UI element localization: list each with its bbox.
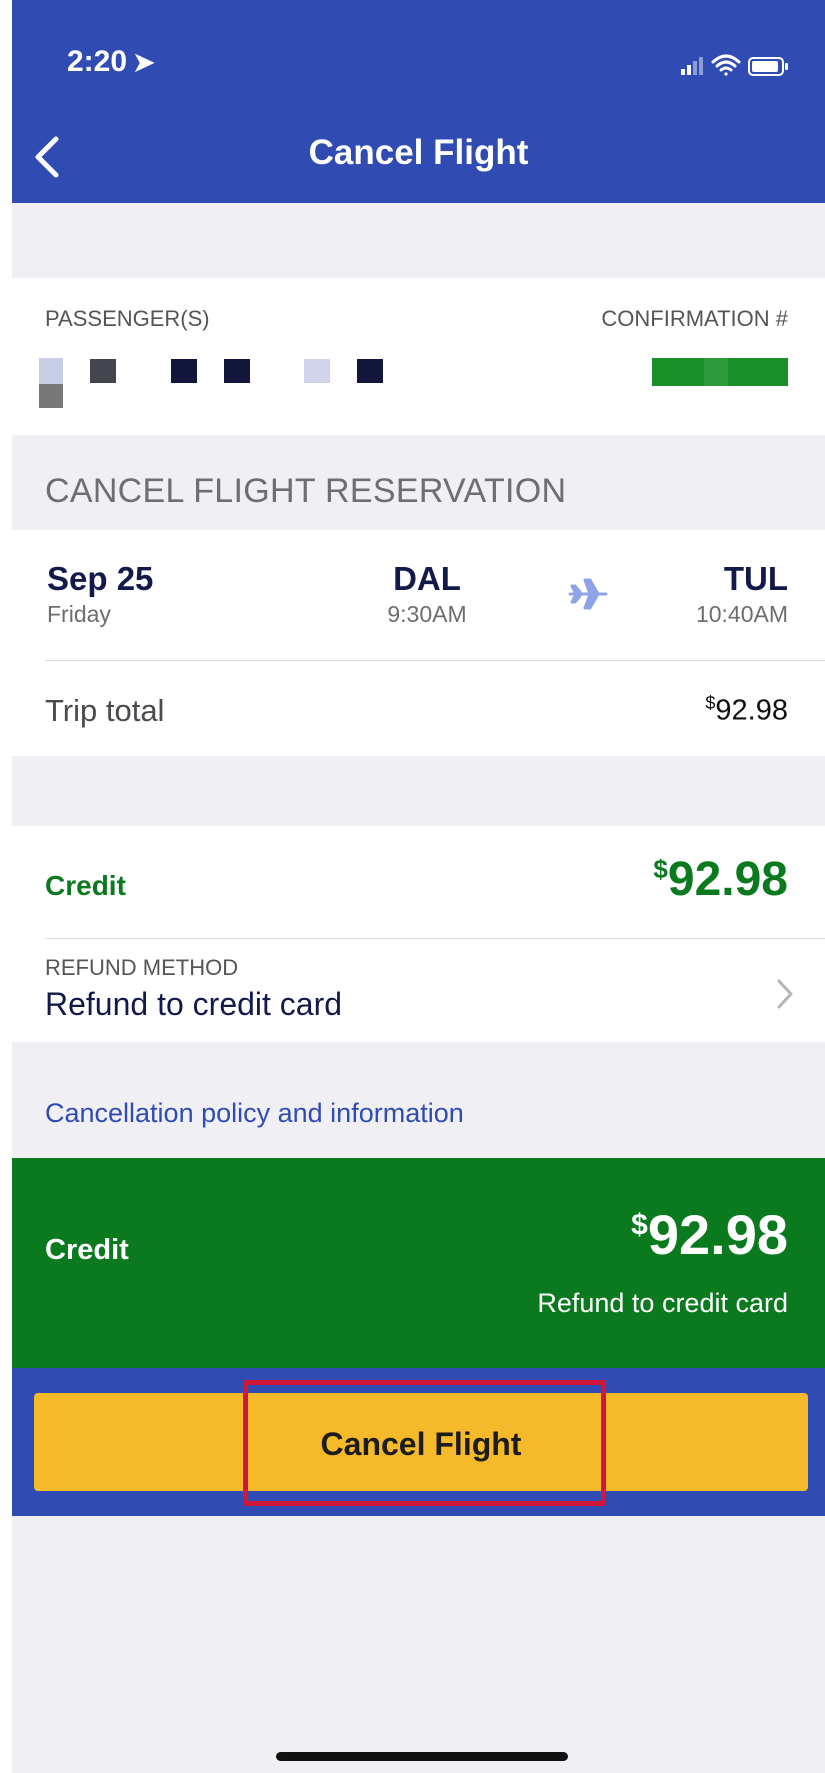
status-icons [675, 50, 795, 80]
signal-icon [681, 57, 703, 75]
flight-card: Sep 25 Friday DAL 9:30AM TUL 10:40AM Tri… [12, 530, 825, 756]
trip-total-amount: 92.98 [715, 694, 788, 727]
credit-label: Credit [45, 870, 126, 901]
origin-code: DAL [393, 560, 461, 597]
cancel-section-title: CANCEL FLIGHT RESERVATION [45, 472, 567, 510]
credit-summary-panel: Credit $92.98 Refund to credit card [12, 1158, 825, 1368]
summary-amount: 92.98 [647, 1203, 788, 1266]
wifi-icon [711, 54, 741, 76]
status-time-text: 2:20 [67, 45, 128, 78]
highlight-outline [243, 1380, 606, 1506]
passengers-label: PASSENGER(S) [45, 306, 210, 331]
chevron-right-icon [775, 977, 795, 1011]
confirmation-label: CONFIRMATION # [601, 306, 788, 331]
redacted-passenger-name [39, 358, 63, 386]
credit-amount-value: $92.98 [653, 852, 788, 907]
airplane-icon [568, 574, 608, 614]
app-screen: 2:20 ➤ Cancel Flight PASSENGER(S) CONFIR… [12, 0, 825, 1773]
status-time: 2:20 ➤ [67, 45, 155, 79]
summary-refund-note: Refund to credit card [537, 1288, 788, 1318]
battery-icon [748, 57, 788, 76]
depart-time: 9:30AM [387, 601, 467, 627]
flight-weekday: Friday [47, 601, 111, 627]
destination-code: TUL [723, 560, 788, 597]
home-indicator [276, 1752, 568, 1761]
refund-method-row[interactable]: REFUND METHOD Refund to credit card [12, 939, 825, 1042]
summary-amount-value: $92.98 [631, 1202, 788, 1267]
credit-amount: 92.98 [667, 853, 788, 906]
screen: 2:20 ➤ Cancel Flight PASSENGER(S) CONFIR… [0, 0, 825, 1773]
redacted-passenger-name [90, 359, 116, 383]
trip-total-label: Trip total [45, 693, 165, 728]
credit-currency: $ [653, 854, 668, 884]
redacted-passenger-name [224, 359, 250, 383]
credit-card: Credit $92.98 REFUND METHOD Refund to cr… [12, 826, 825, 1042]
redacted-passenger-name [171, 359, 197, 383]
status-icons-svg [681, 54, 788, 76]
redacted-confirmation-number [652, 358, 788, 386]
trip-total-currency: $ [705, 693, 716, 713]
location-arrow-icon: ➤ [133, 47, 155, 77]
trip-total-value: $92.98 [705, 693, 788, 728]
redacted-passenger-name [39, 384, 63, 408]
flight-date: Sep 25 [47, 560, 154, 597]
cancellation-policy-link[interactable]: Cancellation policy and information [45, 1098, 464, 1129]
divider [45, 660, 825, 661]
page-title: Cancel Flight [308, 133, 529, 172]
nav-header: 2:20 ➤ Cancel Flight [12, 0, 825, 203]
redacted-passenger-name [304, 359, 330, 383]
redacted-passenger-name [357, 359, 383, 383]
refund-method-label: REFUND METHOD [45, 955, 239, 980]
summary-credit-label: Credit [45, 1234, 129, 1266]
passenger-card: PASSENGER(S) CONFIRMATION # [12, 278, 825, 435]
summary-currency: $ [631, 1208, 648, 1242]
arrive-time: 10:40AM [695, 601, 788, 627]
refund-method-value: Refund to credit card [45, 986, 343, 1022]
